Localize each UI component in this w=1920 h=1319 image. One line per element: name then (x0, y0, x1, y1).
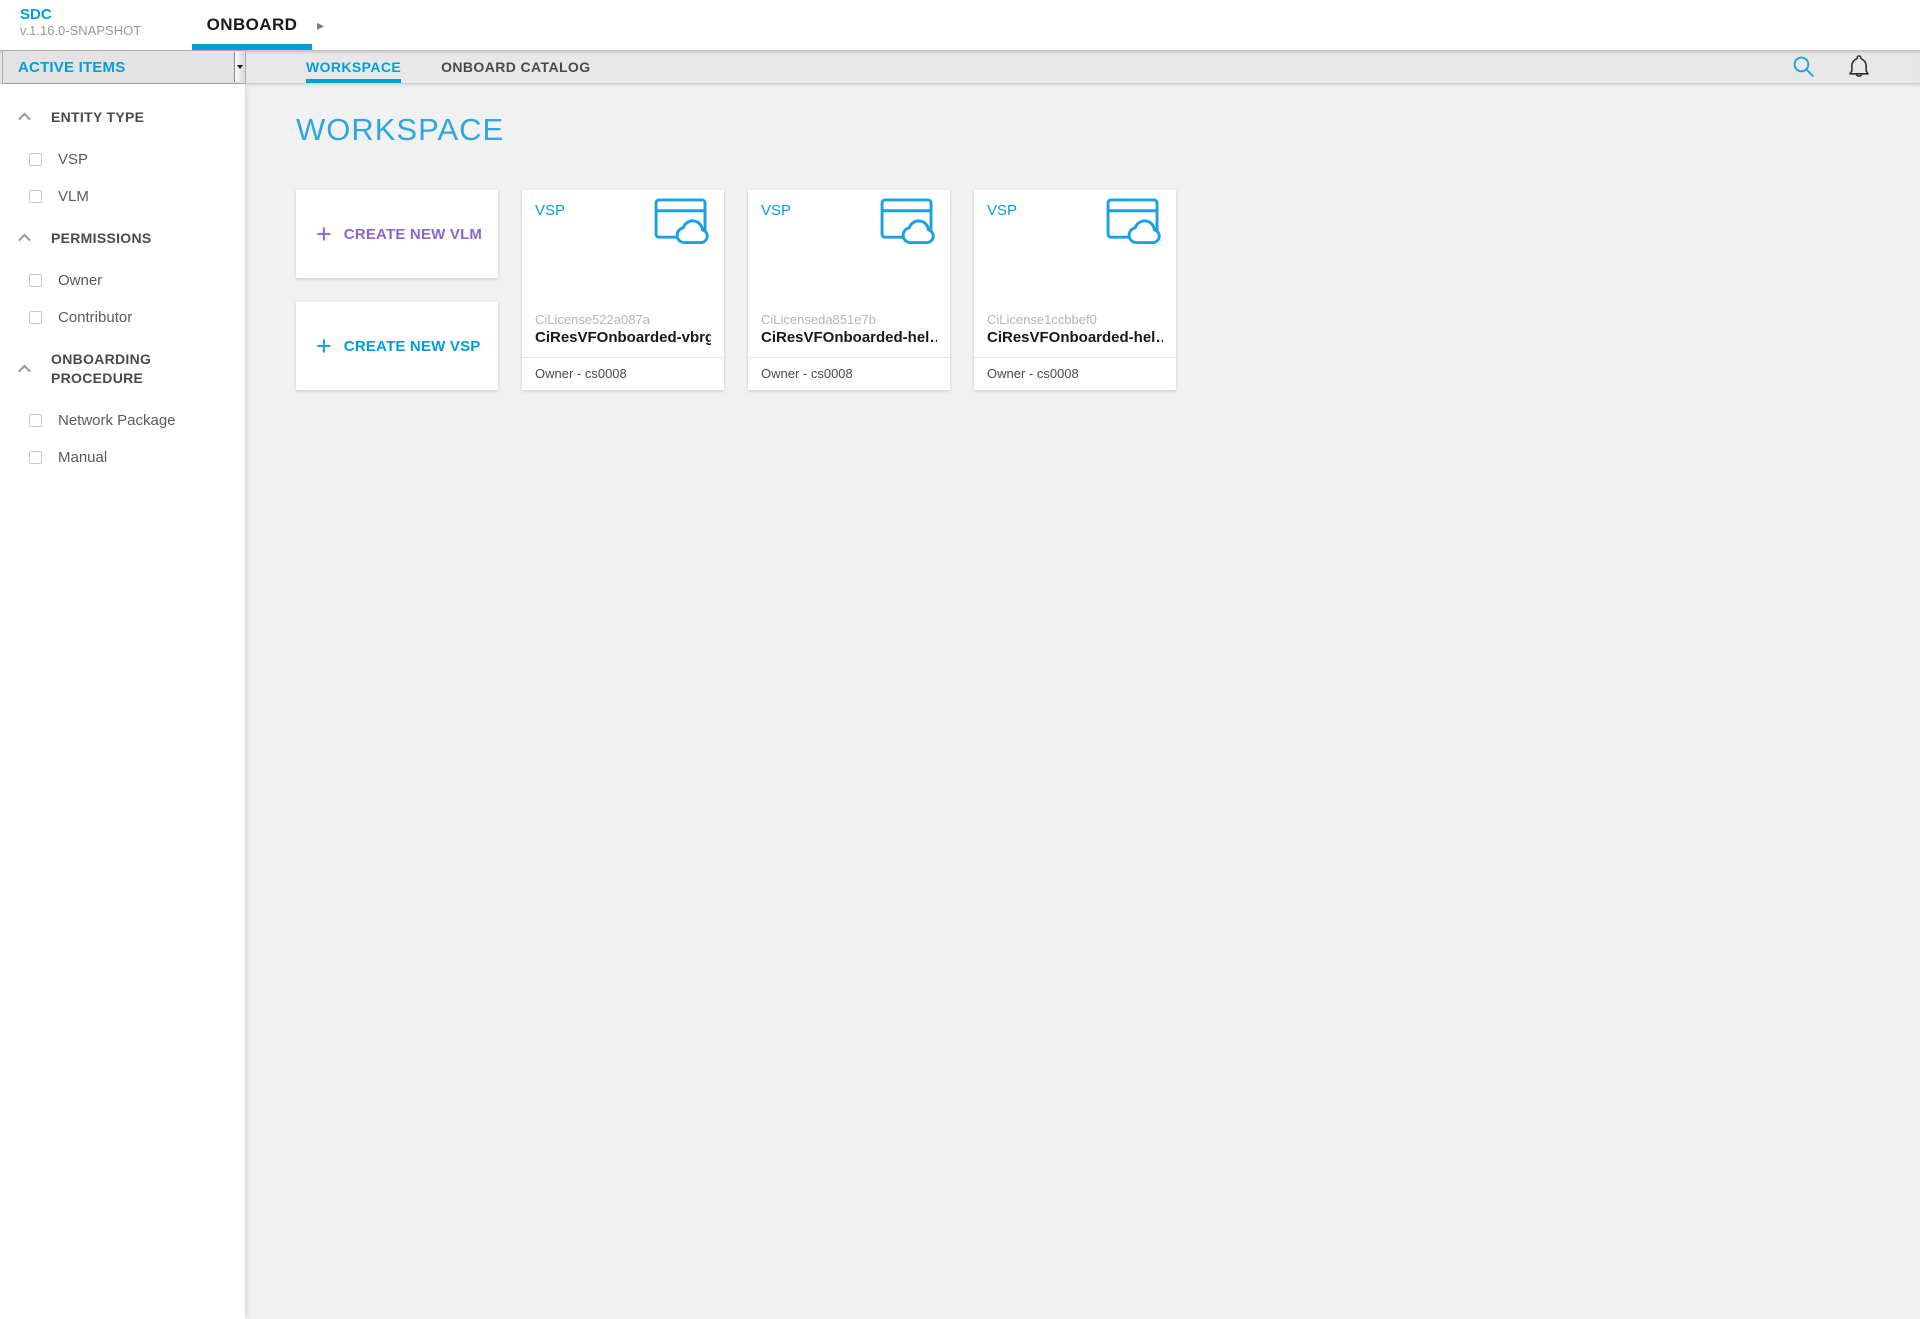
vsp-card-license-id: CiLicenseda851e7b (761, 312, 937, 327)
nav-expand-arrow-icon[interactable]: ▸ (317, 14, 324, 36)
chevron-up-icon (18, 234, 31, 247)
caret-down-icon (237, 65, 243, 69)
filter-item-label: Contributor (58, 309, 132, 326)
active-items-select[interactable]: ACTIVE ITEMS (2, 50, 246, 84)
section-title: ONBOARDING PROCEDURE (51, 350, 203, 388)
plus-icon: + (316, 333, 332, 360)
section-header-entity-type[interactable]: ENTITY TYPE (20, 108, 245, 127)
filter-item-label: Manual (58, 449, 107, 466)
section-header-permissions[interactable]: PERMISSIONS (20, 229, 245, 248)
section-title: PERMISSIONS (51, 229, 152, 248)
chevron-up-icon (18, 364, 31, 377)
bell-icon[interactable] (1846, 54, 1872, 80)
workspace-main: WORKSPACE + CREATE NEW VLM + CREATE NEW … (245, 84, 1920, 1319)
chevron-up-icon (18, 113, 31, 126)
manual-checkbox[interactable] (29, 451, 42, 464)
filter-sidebar: ENTITY TYPE VSP VLM PERMISSIONS (0, 84, 245, 1319)
vsp-card-license-id: CiLicense1ccbbef0 (987, 312, 1163, 327)
vsp-card[interactable]: VSP CiLicense522a087a CiResVFOnboarded-v… (522, 190, 724, 390)
vsp-checkbox[interactable] (29, 153, 42, 166)
sdc-logo[interactable]: SDC v.1.16.0-SNAPSHOT (20, 6, 141, 38)
software-product-cloud-icon (1106, 198, 1163, 250)
filter-item-vsp[interactable]: VSP (29, 141, 245, 178)
filter-section-onboarding-procedure: ONBOARDING PROCEDURE Network Package Man… (20, 350, 245, 476)
content-row: ENTITY TYPE VSP VLM PERMISSIONS (0, 84, 1920, 1319)
vsp-card-name: CiResVFOnboarded-hel… (761, 328, 937, 347)
vsp-card-permission: Owner - cs0008 (761, 358, 937, 390)
logo-title: SDC (20, 6, 141, 23)
tab-onboard-label: ONBOARD (207, 15, 298, 35)
section-title: ENTITY TYPE (51, 108, 144, 127)
filter-item-vlm[interactable]: VLM (29, 178, 245, 215)
filter-item-label: VSP (58, 151, 88, 168)
tab-onboard[interactable]: ONBOARD (192, 0, 312, 50)
software-product-cloud-icon (654, 198, 711, 250)
create-new-vlm-button[interactable]: + CREATE NEW VLM (296, 190, 498, 278)
vlm-checkbox[interactable] (29, 190, 42, 203)
contributor-checkbox[interactable] (29, 311, 42, 324)
filter-item-contributor[interactable]: Contributor (29, 299, 245, 336)
software-product-cloud-icon (880, 198, 937, 250)
subnav-icons (1790, 50, 1872, 83)
filter-item-manual[interactable]: Manual (29, 439, 245, 476)
create-new-vsp-button[interactable]: + CREATE NEW VSP (296, 302, 498, 390)
subnav-bar: ACTIVE ITEMS WORKSPACE ONBOARD CATALOG (0, 50, 1920, 84)
vsp-card-license-id: CiLicense522a087a (535, 312, 711, 327)
sdc-onboard-app: SDC v.1.16.0-SNAPSHOT ONBOARD ▸ ACTIVE I… (0, 0, 1920, 1319)
tab-onboard-catalog[interactable]: ONBOARD CATALOG (441, 50, 590, 83)
network-package-checkbox[interactable] (29, 414, 42, 427)
vsp-card-permission: Owner - cs0008 (535, 358, 711, 390)
top-header: SDC v.1.16.0-SNAPSHOT ONBOARD ▸ (0, 0, 1920, 50)
create-buttons-column: + CREATE NEW VLM + CREATE NEW VSP (296, 190, 498, 390)
page-title: WORKSPACE (296, 112, 1920, 148)
search-icon[interactable] (1790, 54, 1816, 80)
filter-item-label: Owner (58, 272, 102, 289)
section-header-onboarding-procedure[interactable]: ONBOARDING PROCEDURE (20, 350, 245, 388)
tab-workspace-label: WORKSPACE (306, 59, 401, 75)
owner-checkbox[interactable] (29, 274, 42, 287)
filter-item-network-package[interactable]: Network Package (29, 402, 245, 439)
tab-onboard-catalog-label: ONBOARD CATALOG (441, 59, 590, 75)
select-arrow-strip[interactable] (234, 52, 244, 82)
filter-item-label: Network Package (58, 412, 176, 429)
active-items-selected-value: ACTIVE ITEMS (18, 59, 125, 76)
vsp-card-name: CiResVFOnboarded-hel… (987, 328, 1163, 347)
logo-version: v.1.16.0-SNAPSHOT (20, 23, 141, 38)
subnav-tabs-area: WORKSPACE ONBOARD CATALOG (246, 50, 1920, 83)
tab-workspace[interactable]: WORKSPACE (306, 50, 401, 83)
create-new-vlm-label: CREATE NEW VLM (344, 226, 482, 243)
filter-section-entity-type: ENTITY TYPE VSP VLM (20, 108, 245, 215)
vsp-card-name: CiResVFOnboarded-vbrg… (535, 328, 711, 347)
vsp-card[interactable]: VSP CiLicense1ccbbef0 CiResVFOnboarded-h… (974, 190, 1176, 390)
filter-section-permissions: PERMISSIONS Owner Contributor (20, 229, 245, 336)
create-new-vsp-label: CREATE NEW VSP (344, 338, 481, 355)
plus-icon: + (316, 221, 332, 248)
subnav-tabs: WORKSPACE ONBOARD CATALOG (306, 50, 630, 83)
filter-item-label: VLM (58, 188, 89, 205)
cards-grid: + CREATE NEW VLM + CREATE NEW VSP VSP (296, 190, 1920, 390)
filter-item-owner[interactable]: Owner (29, 262, 245, 299)
vsp-card[interactable]: VSP CiLicenseda851e7b CiResVFOnboarded-h… (748, 190, 950, 390)
vsp-card-permission: Owner - cs0008 (987, 358, 1163, 390)
